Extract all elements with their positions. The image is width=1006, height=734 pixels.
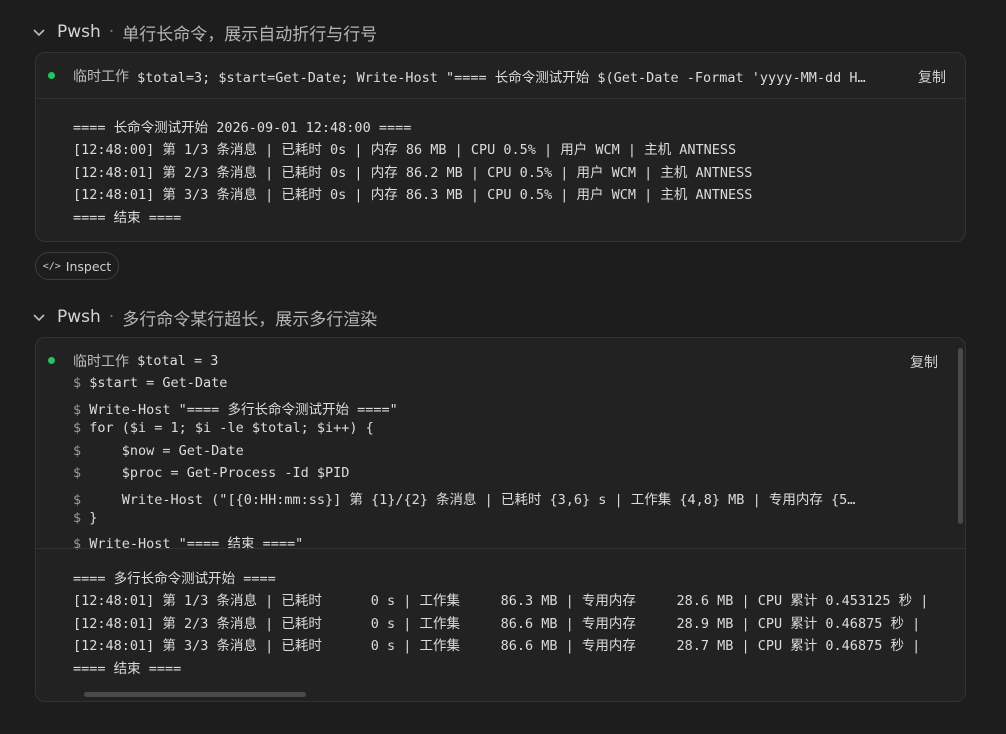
prompt-symbol: $	[73, 402, 82, 418]
prompt-symbol: $	[73, 510, 82, 526]
code-icon: </>	[42, 260, 61, 272]
section-description: 多行命令某行超长，展示多行渲染	[122, 309, 378, 330]
prompt-symbol: $	[73, 492, 82, 508]
output-line: [12:48:00] 第 1/3 条消息 | 已耗时 0s | 内存 86 MB…	[73, 142, 737, 158]
output-line: ==== 结束 ====	[73, 661, 182, 677]
copy-button[interactable]: 复制	[918, 67, 946, 87]
section-title: Pwsh	[57, 22, 101, 42]
command-line: $ $now = Get-Date	[73, 443, 244, 459]
prompt-symbol: $	[73, 465, 82, 481]
section-separator: ·	[108, 307, 115, 327]
command-line-text: $now = Get-Date	[81, 443, 244, 459]
output-line: [12:48:01] 第 3/3 条消息 | 已耗时 0s | 内存 86.3 …	[73, 187, 753, 203]
section-title: Pwsh	[57, 307, 101, 327]
command-line-text: $start = Get-Date	[81, 375, 228, 391]
copy-button[interactable]: 复制	[910, 352, 938, 372]
section-separator: ·	[108, 22, 115, 42]
output-line: [12:48:01] 第 3/3 条消息 | 已耗时 0 s | 工作集 86.…	[73, 638, 929, 654]
output-line: [12:48:01] 第 1/3 条消息 | 已耗时 0 s | 工作集 86.…	[73, 593, 929, 609]
command-card-multi-line: 临时工作 $total = 3 复制 $ $start = Get-Date $…	[35, 337, 966, 702]
command-label: 临时工作	[73, 354, 129, 370]
command-text: $total=3; $start=Get-Date; Write-Host "=…	[129, 70, 866, 86]
output-line: ==== 结束 ====	[73, 210, 182, 226]
status-dot	[48, 357, 55, 364]
command-label: 临时工作	[73, 69, 129, 85]
prompt-symbol: $	[73, 536, 82, 552]
inspect-label: Inspect	[65, 258, 112, 274]
prompt-symbol: $	[73, 375, 82, 391]
command-line-text: Write-Host "==== 多行长命令测试开始 ===="	[81, 402, 398, 418]
command-line-text: $proc = Get-Process -Id $PID	[81, 465, 350, 481]
divider	[36, 98, 965, 99]
chevron-down-icon[interactable]	[32, 25, 46, 39]
command-line: $ Write-Host "==== 结束 ===="	[73, 532, 303, 552]
command-line: $ $proc = Get-Process -Id $PID	[73, 465, 349, 481]
output-line: ==== 长命令测试开始 2026-09-01 12:48:00 ====	[73, 120, 412, 136]
divider	[36, 548, 965, 549]
chevron-down-icon[interactable]	[32, 310, 46, 324]
command-line-text: Write-Host "==== 结束 ===="	[81, 536, 304, 552]
command-line: $ Write-Host ("[{0:HH:mm:ss}] 第 {1}/{2} …	[73, 488, 855, 508]
command-line: $total = 3	[129, 353, 219, 369]
section-header-multi-line[interactable]: Pwsh · 多行命令某行超长，展示多行渲染	[32, 305, 378, 330]
command-line-text: for ($i = 1; $i -le $total; $i++) {	[81, 420, 374, 436]
output-line: [12:48:01] 第 2/3 条消息 | 已耗时 0s | 内存 86.2 …	[73, 165, 753, 181]
command-card-single-line: 临时工作 $total=3; $start=Get-Date; Write-Ho…	[35, 52, 966, 242]
output-line: [12:48:01] 第 2/3 条消息 | 已耗时 0 s | 工作集 86.…	[73, 616, 929, 632]
status-dot	[48, 72, 55, 79]
inspect-button[interactable]: </> Inspect	[35, 252, 119, 280]
prompt-symbol: $	[73, 443, 82, 459]
command-line: $ }	[73, 510, 97, 526]
command-line-text: }	[81, 510, 98, 526]
command-line-text: Write-Host ("[{0:HH:mm:ss}] 第 {1}/{2} 条消…	[81, 492, 856, 508]
section-header-single-line[interactable]: Pwsh · 单行长命令，展示自动折行与行号	[32, 20, 378, 45]
output-line: ==== 多行长命令测试开始 ====	[73, 571, 276, 587]
command-line: $ for ($i = 1; $i -le $total; $i++) {	[73, 420, 374, 436]
command-line: $ $start = Get-Date	[73, 375, 227, 391]
vertical-scrollbar[interactable]	[958, 348, 963, 524]
section-description: 单行长命令，展示自动折行与行号	[122, 24, 378, 45]
horizontal-scrollbar[interactable]	[84, 692, 306, 697]
command-line: $ Write-Host "==== 多行长命令测试开始 ===="	[73, 398, 398, 418]
prompt-symbol: $	[73, 420, 82, 436]
